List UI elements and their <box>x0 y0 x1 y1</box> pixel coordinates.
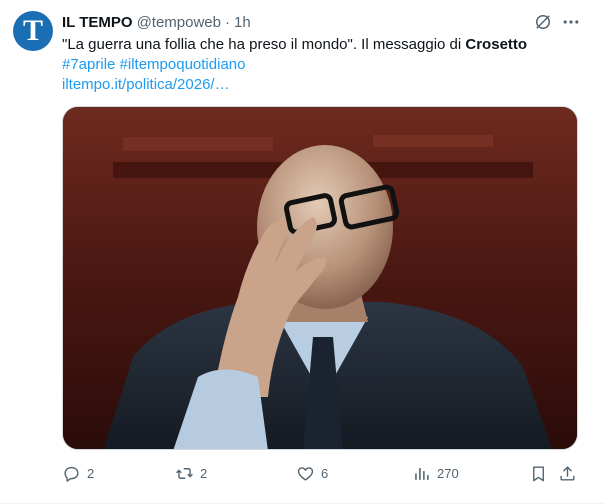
tweet-bold-name: Crosetto <box>465 36 528 53</box>
views-button[interactable]: 270 <box>412 462 459 484</box>
more-icon[interactable] <box>561 12 581 32</box>
share-button[interactable] <box>558 462 577 484</box>
tweet[interactable]: T IL TEMPO @tempoweb · 1h "La guerra una… <box>0 0 604 504</box>
reply-icon <box>64 466 79 482</box>
views-count: 270 <box>437 465 459 481</box>
heart-icon <box>297 466 314 481</box>
photo-illustration <box>63 107 577 449</box>
views-icon <box>415 467 429 480</box>
repost-button[interactable]: 2 <box>175 462 207 484</box>
grok-icon[interactable] <box>533 12 553 32</box>
repost-icon <box>176 467 193 479</box>
tweet-text: "La guerra una follia che ha preso il mo… <box>62 35 582 95</box>
avatar[interactable]: T <box>13 11 53 51</box>
tweet-photo[interactable] <box>62 106 578 450</box>
action-bar: 2 2 6 270 <box>62 462 582 484</box>
hashtags[interactable]: #7aprile #iltempoquotidiano <box>62 55 582 75</box>
share-icon <box>560 465 575 481</box>
tweet-text-line: "La guerra una follia che ha preso il mo… <box>62 35 582 55</box>
article-link[interactable]: iltempo.it/politica/2026/… <box>62 75 582 95</box>
reply-button[interactable]: 2 <box>62 462 94 484</box>
author-handle[interactable]: @tempoweb <box>137 14 221 31</box>
bookmark-button[interactable] <box>529 462 548 484</box>
separator-dot: · <box>225 13 230 31</box>
tweet-quote: "La guerra una follia che ha preso il mo… <box>62 36 466 53</box>
like-count: 6 <box>321 465 329 481</box>
post-time[interactable]: 1h <box>234 14 251 31</box>
reply-count: 2 <box>87 465 95 481</box>
avatar-letter: T <box>22 14 43 47</box>
bookmark-icon <box>533 465 544 481</box>
repost-count: 2 <box>200 465 208 481</box>
tweet-header: IL TEMPO @tempoweb · 1h <box>62 12 251 32</box>
author-name[interactable]: IL TEMPO <box>62 14 133 31</box>
like-button[interactable]: 6 <box>296 462 328 484</box>
